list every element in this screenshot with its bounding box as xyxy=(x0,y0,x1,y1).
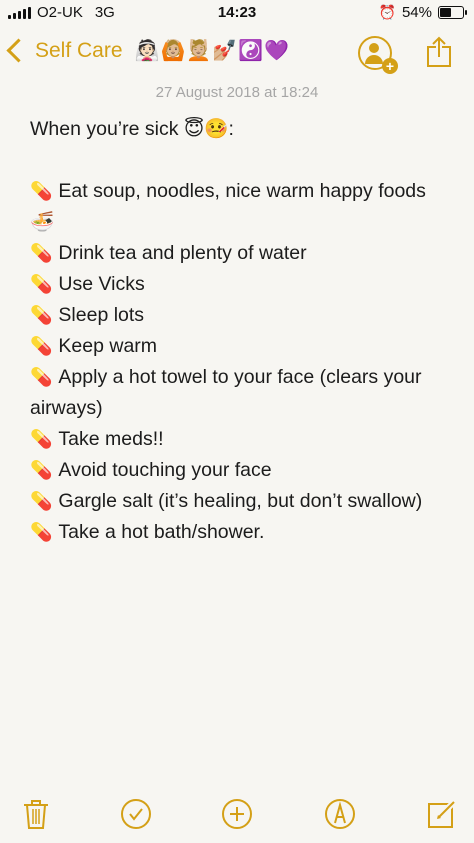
list-item-text: Keep warm xyxy=(58,335,158,357)
battery-percent: 54% xyxy=(401,4,432,21)
list-item: 💊 Keep warm xyxy=(30,331,450,362)
pill-icon: 💊 xyxy=(30,522,53,542)
trash-icon[interactable] xyxy=(20,798,52,830)
checklist-icon[interactable] xyxy=(120,798,152,830)
list-item-text: Take a hot bath/shower. xyxy=(58,521,265,543)
alarm-icon: ⏰ xyxy=(378,4,396,20)
pill-icon: 💊 xyxy=(30,274,53,294)
share-icon[interactable] xyxy=(426,36,452,68)
back-button[interactable]: Self Care 👰🏻🙆🏼💆🏼💅🏼☯️💜 xyxy=(6,38,290,63)
list-item: 💊 Gargle salt (it’s healing, but don’t sw… xyxy=(30,486,450,517)
note-body[interactable]: When you’re sick 😇🤒: 💊 Eat soup, noodles,… xyxy=(30,114,450,548)
pill-icon: 💊 xyxy=(30,429,53,449)
battery-icon xyxy=(438,6,467,19)
add-people-button[interactable]: + xyxy=(358,36,398,74)
status-right: ⏰ 54% xyxy=(378,4,467,21)
list-item: 💊 Apply a hot towel to your face (clears … xyxy=(30,362,450,424)
pill-icon: 💊 xyxy=(30,243,53,263)
list-item: 💊 Sleep lots xyxy=(30,300,450,331)
markup-icon[interactable] xyxy=(324,798,356,830)
note-list: 💊 Eat soup, noodles, nice warm happy food… xyxy=(30,176,450,548)
list-item-text: Drink tea and plenty of water xyxy=(58,242,307,264)
note-date: 27 August 2018 at 18:24 xyxy=(155,84,319,101)
bottom-toolbar xyxy=(0,790,474,840)
note-heading: When you’re sick 😇🤒: xyxy=(30,118,234,140)
pill-icon: 💊 xyxy=(30,460,53,480)
list-item: 💊 Take a hot bath/shower. xyxy=(30,517,450,548)
list-item-text: Apply a hot towel to your face (clears y… xyxy=(30,366,422,419)
list-item-text: Gargle salt (it’s healing, but don’t swa… xyxy=(58,490,423,512)
person-body xyxy=(365,55,383,64)
person-icon xyxy=(369,43,379,53)
list-item-text: Take meds!! xyxy=(58,428,164,450)
list-item-text: Eat soup, noodles, nice warm happy foods… xyxy=(30,180,426,233)
list-item-text: Avoid touching your face xyxy=(58,459,272,481)
pill-icon: 💊 xyxy=(30,305,53,325)
back-label: Self Care xyxy=(35,38,123,62)
add-icon[interactable] xyxy=(221,798,253,830)
list-item: 💊 Avoid touching your face xyxy=(30,455,450,486)
list-item: 💊 Eat soup, noodles, nice warm happy food… xyxy=(30,176,450,238)
navigation-bar: Self Care 👰🏻🙆🏼💆🏼💅🏼☯️💜 + xyxy=(0,30,474,78)
pill-icon: 💊 xyxy=(30,367,53,387)
list-item: 💊 Drink tea and plenty of water xyxy=(30,238,450,269)
list-item: 💊 Take meds!! xyxy=(30,424,450,455)
pill-icon: 💊 xyxy=(30,491,53,511)
plus-badge-icon: + xyxy=(382,58,398,74)
status-bar: O2-UK 3G 14:23 ⏰ 54% xyxy=(0,0,474,26)
pill-icon: 💊 xyxy=(30,336,53,356)
title-emojis: 👰🏻🙆🏼💆🏼💅🏼☯️💜 xyxy=(134,40,290,62)
pill-icon: 💊 xyxy=(30,181,53,201)
list-item-text: Sleep lots xyxy=(58,304,145,326)
chevron-left-icon xyxy=(6,38,31,63)
compose-icon[interactable] xyxy=(426,798,458,830)
list-item: 💊 Use Vicks xyxy=(30,269,450,300)
list-item-text: Use Vicks xyxy=(58,273,145,295)
